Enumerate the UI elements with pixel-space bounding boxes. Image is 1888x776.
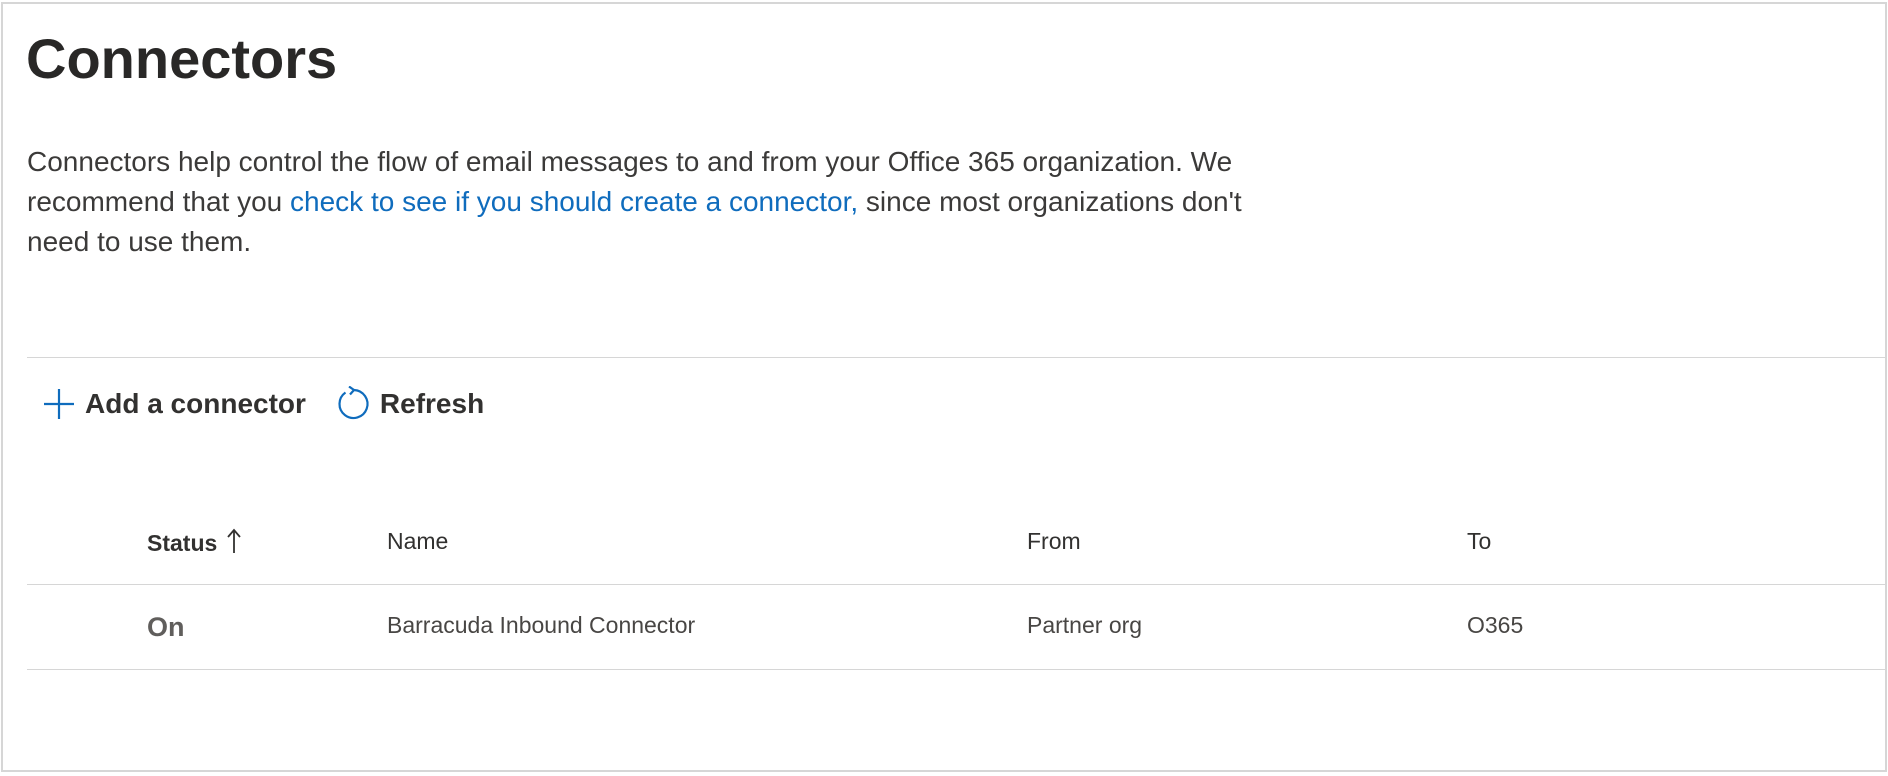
column-header-status-label: Status bbox=[147, 530, 218, 556]
toolbar-divider bbox=[27, 357, 1885, 358]
connectors-panel: Connectors Connectors help control the f… bbox=[1, 2, 1887, 772]
column-header-name[interactable]: Name bbox=[387, 528, 448, 555]
command-bar: Add a connector Refresh bbox=[41, 379, 484, 429]
page-description: Connectors help control the flow of emai… bbox=[27, 142, 1287, 262]
row-status: On bbox=[147, 612, 185, 642]
column-header-status[interactable]: Status bbox=[147, 528, 241, 560]
column-header-from[interactable]: From bbox=[1027, 528, 1081, 555]
table-row[interactable]: On Barracuda Inbound Connector Partner o… bbox=[27, 586, 1885, 672]
add-connector-label: Add a connector bbox=[85, 388, 306, 419]
page-title: Connectors bbox=[26, 27, 338, 90]
create-connector-guidance-link[interactable]: check to see if you should create a conn… bbox=[290, 186, 858, 217]
header-row-divider bbox=[27, 584, 1885, 585]
refresh-label: Refresh bbox=[379, 388, 485, 419]
table-bottom-divider bbox=[27, 669, 1885, 670]
row-to: O365 bbox=[1467, 612, 1524, 638]
arrow-up-icon bbox=[227, 528, 241, 560]
row-name: Barracuda Inbound Connector bbox=[387, 612, 696, 638]
plus-icon bbox=[41, 386, 77, 422]
refresh-icon bbox=[336, 386, 372, 422]
column-header-to[interactable]: To bbox=[1467, 528, 1491, 555]
add-connector-button[interactable]: Add a connector bbox=[41, 386, 306, 422]
refresh-button[interactable]: Refresh bbox=[336, 386, 484, 422]
row-from: Partner org bbox=[1027, 612, 1143, 638]
